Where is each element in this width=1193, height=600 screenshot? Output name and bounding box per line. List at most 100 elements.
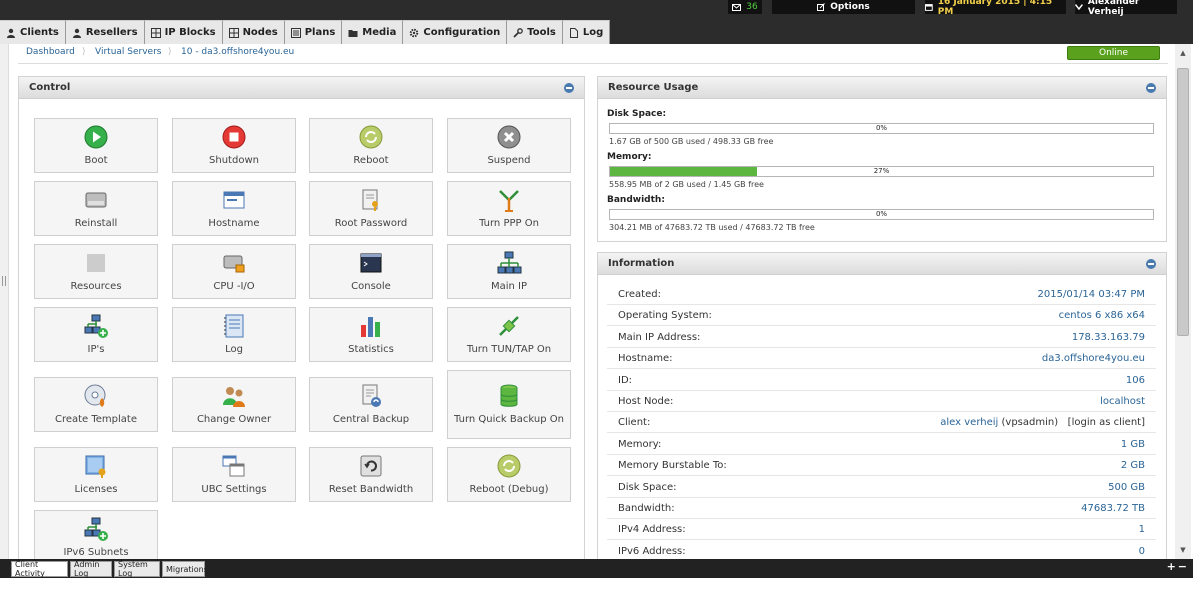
breadcrumb-virtual-servers[interactable]: Virtual Servers [95, 47, 161, 57]
control-create-template-button[interactable]: Create Template [34, 377, 158, 432]
control-central-backup-button[interactable]: Central Backup [309, 377, 433, 432]
control-button-label: Reset Bandwidth [328, 484, 414, 495]
control-ipv6-subnets-button[interactable]: IPv6 Subnets [34, 510, 158, 565]
status-badge: Online [1067, 46, 1160, 60]
user-menu[interactable]: Alexander Verheij [1075, 0, 1177, 17]
control-shutdown-button[interactable]: Shutdown [172, 118, 296, 173]
options-menu[interactable]: Options [772, 0, 915, 14]
control-resources-button[interactable]: Resources [34, 244, 158, 299]
info-value: 2015/01/14 03:47 PM [1038, 289, 1145, 300]
control-hostname-button[interactable]: Hostname [172, 181, 296, 236]
mail-indicator[interactable]: 36 [728, 0, 762, 14]
resource-progress-bar: 0% [609, 123, 1154, 134]
breadcrumb-dashboard[interactable]: Dashboard [26, 47, 75, 57]
breadcrumb-separator: ⟩ [168, 47, 172, 57]
info-value-text: 1 GB [1120, 438, 1145, 450]
control-reset-bandwidth-button[interactable]: Reset Bandwidth [309, 447, 433, 502]
left-splitter[interactable] [0, 44, 9, 559]
control-change-owner-button[interactable]: Change Owner [172, 377, 296, 432]
control-licenses-button[interactable]: Licenses [34, 447, 158, 502]
info-value-text[interactable]: alex verheij [940, 417, 998, 428]
control-boot-button[interactable]: Boot [34, 118, 158, 173]
control-suspend-button[interactable]: Suspend [447, 118, 571, 173]
top-bar: 36 Options 16 January 2015 | 4:15 PM Ale… [0, 0, 1193, 44]
control-reinstall-button[interactable]: Reinstall [34, 181, 158, 236]
info-value-text: 178.33.163.79 [1071, 331, 1145, 343]
info-row: Created: 2015/01/14 03:47 PM [607, 284, 1156, 305]
login-as-client-link[interactable]: [login as client] [1068, 417, 1145, 428]
control-button-label: Log [225, 344, 243, 355]
control-reboot-button[interactable]: Reboot [309, 118, 433, 173]
splitter-grip[interactable] [2, 276, 6, 286]
antenna-icon [499, 190, 519, 212]
info-row: Memory Burstable To: 2 GB [607, 455, 1156, 477]
control-panel-title: Control [29, 82, 71, 93]
control-statistics-button[interactable]: Statistics [309, 307, 433, 362]
control-button-label: Main IP [490, 281, 528, 292]
control-button-label: Create Template [54, 414, 138, 425]
info-value: localhost [1100, 396, 1145, 407]
plug-icon [499, 316, 519, 336]
nav-tab-nodes[interactable]: Nodes [222, 20, 285, 44]
control-button-label: Turn PPP On [479, 218, 539, 229]
nav-tab-ip-blocks[interactable]: IP Blocks [144, 20, 223, 44]
collapse-icon[interactable] [1146, 82, 1156, 93]
drawer-controls[interactable]: +− [1167, 560, 1189, 573]
nav-tab-resellers[interactable]: Resellers [65, 20, 145, 44]
control-ubc-settings-button[interactable]: UBC Settings [172, 447, 296, 502]
chevron-down-icon [1075, 4, 1083, 10]
nav-tab-plans[interactable]: Plans [284, 20, 343, 44]
control-panel-header: Control [19, 77, 584, 99]
control-root-password-button[interactable]: Root Password [309, 181, 433, 236]
control-main-ip-button[interactable]: Main IP [447, 244, 571, 299]
collapse-icon[interactable] [564, 82, 574, 93]
control-console-button[interactable]: Console [309, 244, 433, 299]
resource-usage-header: Resource Usage [598, 77, 1166, 99]
resource-percent: 0% [875, 210, 888, 218]
control-ip-s-button[interactable]: IP's [34, 307, 158, 362]
user-label: Alexander Verheij [1087, 0, 1140, 17]
collapse-icon[interactable] [1146, 258, 1156, 269]
control-cpu-i-o-button[interactable]: CPU -I/O [172, 244, 296, 299]
control-turn-quick-backup-on-button[interactable]: Turn Quick Backup On [447, 370, 571, 439]
nav-tab-label: Tools [527, 27, 556, 38]
nav-tab-media[interactable]: Media [342, 20, 404, 44]
nav-tab-tools[interactable]: Tools [507, 20, 563, 44]
control-button-label: IPv6 Subnets [63, 547, 129, 558]
log-tab-migrations[interactable]: Migrations [162, 561, 208, 577]
control-turn-tun-tap-on-button[interactable]: Turn TUN/TAP On [447, 307, 571, 362]
terminal-icon [360, 253, 382, 273]
nav-tab-configuration[interactable]: Configuration [403, 20, 508, 44]
resource-detail: 558.95 MB of 2 GB used / 1.45 GB free [609, 180, 764, 189]
control-turn-ppp-on-button[interactable]: Turn PPP On [447, 181, 571, 236]
scrollbar-thumb[interactable] [1177, 68, 1189, 336]
nav-tab-clients[interactable]: Clients [0, 20, 66, 44]
information-panel: Information Created: 2015/01/14 03:47 PM O… [597, 252, 1167, 572]
nav-tab-label: Media [362, 27, 397, 38]
log-tab-system-log[interactable]: System Log [114, 560, 160, 578]
folder-icon [348, 28, 358, 38]
log-tab-admin-log[interactable]: Admin Log [70, 560, 112, 578]
scroll-down-icon[interactable]: ▼ [1175, 543, 1191, 557]
control-reboot-debug-button[interactable]: Reboot (Debug) [447, 447, 571, 502]
users-icon [223, 387, 245, 407]
info-row: Memory: 1 GB [607, 434, 1156, 455]
resource-usage-panel: Resource Usage Disk Space: 0% 1.67 GB of 5… [597, 76, 1167, 242]
refresh-icon [497, 454, 521, 478]
resource-progress-bar: 27% [609, 166, 1154, 177]
control-button-label: Reinstall [74, 218, 118, 229]
nav-tab-log[interactable]: Log [562, 20, 611, 44]
control-button-label: IP's [87, 344, 105, 355]
disc-icon [84, 384, 106, 407]
log-tab-client-activity[interactable]: Client Activity [11, 560, 68, 578]
info-row: Disk Space: 500 GB [607, 477, 1156, 498]
info-row: Operating System: centos 6 x86 x64 [607, 305, 1156, 327]
nav-tab-label: Nodes [242, 27, 278, 38]
control-log-button[interactable]: Log [172, 307, 296, 362]
control-button-label: Licenses [74, 484, 118, 495]
info-value[interactable]: alex verheij (vpsadmin) [login as client… [940, 417, 1145, 428]
gear-icon [409, 28, 419, 38]
page-scrollbar[interactable]: ▲ ▼ [1175, 44, 1191, 559]
info-row: Main IP Address: 178.33.163.79 [607, 327, 1156, 348]
scroll-up-icon[interactable]: ▲ [1175, 46, 1191, 60]
